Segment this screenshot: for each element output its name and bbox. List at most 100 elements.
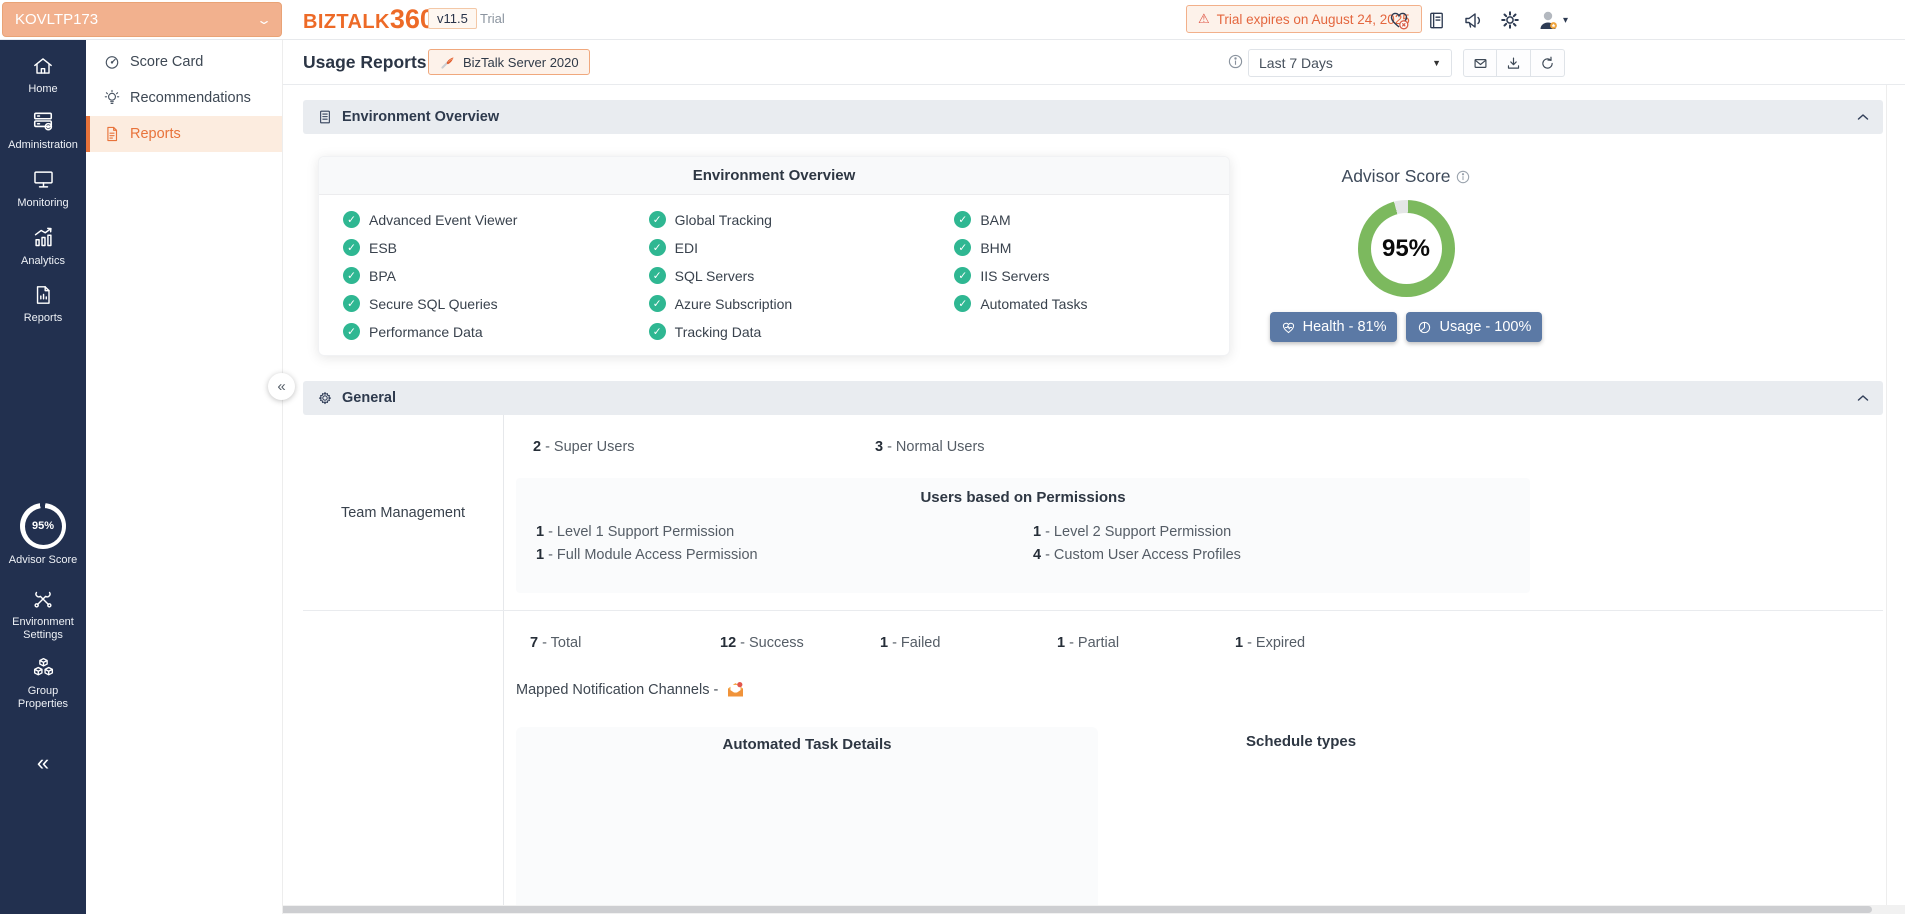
trial-expiry-warning[interactable]: ⚠ Trial expires on August 24, 2025 xyxy=(1186,5,1422,33)
sidebar-collapse-button[interactable]: « xyxy=(0,750,86,776)
env-feature-label: Azure Subscription xyxy=(675,296,793,312)
permissions-card: Users based on Permissions 1- Level 1 Su… xyxy=(516,478,1530,593)
date-range-select[interactable]: Last 7 Days ▼ xyxy=(1248,49,1452,77)
sidebar-item-group-properties[interactable]: Group Properties xyxy=(0,655,86,711)
server-version-badge[interactable]: BizTalk Server 2020 xyxy=(428,49,590,75)
advisor-score-panel: Advisor Score 95% Health - 81% Usage - 1… xyxy=(1240,166,1572,342)
subnav-item-reports[interactable]: Reports xyxy=(86,116,282,152)
info-icon[interactable] xyxy=(1228,54,1243,74)
check-icon: ✓ xyxy=(954,239,971,256)
env-feature-label: Secure SQL Queries xyxy=(369,296,498,312)
logo-text: BIZTALK xyxy=(303,11,390,34)
env-feature-item: ✓EDI xyxy=(649,238,955,257)
info-icon[interactable] xyxy=(1456,170,1470,184)
subnav-item-recommendations[interactable]: Recommendations xyxy=(86,80,282,116)
section-collapse-icon[interactable] xyxy=(1857,113,1869,121)
sidebar-item-label: Administration xyxy=(8,139,78,152)
documentation-icon[interactable] xyxy=(1425,9,1447,31)
section-header-environment-overview[interactable]: Environment Overview xyxy=(303,100,1883,134)
env-feature-label: Tracking Data xyxy=(675,324,762,340)
advisor-score-buttons: Health - 81% Usage - 100% xyxy=(1240,312,1572,342)
stat-value: 1 xyxy=(536,547,544,563)
env-feature-item: ✓ Automated Tasks xyxy=(954,294,1229,313)
stat-expired: 1- Expired xyxy=(1235,635,1305,651)
stat-label: - Level 2 Support Permission xyxy=(1045,524,1231,540)
section-title: Environment Overview xyxy=(342,109,499,125)
usage-score-button[interactable]: Usage - 100% xyxy=(1406,312,1542,342)
env-feature-label: Automated Tasks xyxy=(980,296,1087,312)
subnav-item-label: Score Card xyxy=(130,54,203,70)
stat-partial: 1- Partial xyxy=(1057,635,1235,651)
mapped-notification-channels: Mapped Notification Channels - xyxy=(516,681,745,698)
environment-settings-icon xyxy=(31,587,55,611)
version-badge: v11.5 xyxy=(428,8,477,29)
env-feature-label: BPA xyxy=(369,268,396,284)
settings-gear-icon[interactable] xyxy=(1499,9,1521,31)
trial-warning-text: Trial expires on August 24, 2025 xyxy=(1217,12,1410,27)
stat-label: - Success xyxy=(740,635,804,651)
sidebar-item-analytics[interactable]: Analytics xyxy=(0,225,86,268)
biztalk-server-icon xyxy=(439,54,456,71)
environment-overview-card-title: Environment Overview xyxy=(319,157,1229,195)
refresh-icon xyxy=(1539,55,1556,72)
check-icon: ✓ xyxy=(343,211,360,228)
stat-value: 7 xyxy=(530,635,538,651)
stat-level2-permission: 1- Level 2 Support Permission xyxy=(1033,524,1530,540)
stat-label: - Partial xyxy=(1069,635,1119,651)
advisor-score-percentage: 95% xyxy=(1358,200,1455,297)
score-card-icon xyxy=(103,53,121,71)
stat-value: 1 xyxy=(1235,635,1243,651)
subnav-item-label: Recommendations xyxy=(130,90,251,106)
biztalk360-usage-reports-page: KOVLTP173 ⌄ BIZTALK 360 v11.5 Trial ⚠ Tr… xyxy=(0,0,1905,914)
env-feature-item: ✓Advanced Event Viewer xyxy=(343,210,649,229)
check-icon: ✓ xyxy=(954,295,971,312)
email-channel-icon[interactable] xyxy=(726,681,745,698)
health-monitor-icon[interactable] xyxy=(1388,9,1410,31)
refresh-button[interactable] xyxy=(1531,49,1565,77)
general-section-table: Team Management 2- Super Users 3- Normal… xyxy=(303,415,1883,914)
user-profile-menu[interactable]: ▾ xyxy=(1536,8,1568,32)
stat-label: - Full Module Access Permission xyxy=(548,547,758,563)
report-document-icon xyxy=(103,125,121,143)
sidebar-item-home[interactable]: Home xyxy=(0,54,86,96)
automated-task-details-card: Automated Task Details xyxy=(516,727,1098,914)
section-collapse-icon[interactable] xyxy=(1857,394,1869,402)
environment-overview-card: Environment Overview ✓Advanced Event Vie… xyxy=(318,156,1230,356)
email-report-button[interactable] xyxy=(1463,49,1497,77)
sidebar-item-environment-settings[interactable]: Environment Settings xyxy=(0,587,86,642)
sidebar-item-administration[interactable]: Administration xyxy=(0,108,86,152)
subnav-item-score-card[interactable]: Score Card xyxy=(86,44,282,80)
panel-collapse-button[interactable]: « xyxy=(268,373,295,400)
sidebar-item-monitoring[interactable]: Monitoring xyxy=(0,167,86,210)
download-report-button[interactable] xyxy=(1497,49,1531,77)
reports-subnav: Score Card Recommendations Reports xyxy=(86,40,283,914)
sidebar-item-advisor-score[interactable]: 95% Advisor Score xyxy=(0,503,86,567)
env-feature-label: ESB xyxy=(369,240,397,256)
stat-label: - Level 1 Support Permission xyxy=(548,524,734,540)
biztalk360-logo: BIZTALK 360 xyxy=(303,4,435,34)
sidebar-item-label: Home xyxy=(28,83,57,96)
env-feature-label: BHM xyxy=(980,240,1011,256)
health-score-button[interactable]: Health - 81% xyxy=(1270,312,1398,342)
chevron-down-icon: ⌄ xyxy=(256,13,272,27)
sidebar-item-reports[interactable]: Reports xyxy=(0,283,86,325)
sidebar-item-label: Environment Settings xyxy=(8,616,78,642)
team-management-stats: 2- Super Users 3- Normal Users xyxy=(533,439,985,455)
check-icon: ✓ xyxy=(649,295,666,312)
env-feature-item: ✓BPA xyxy=(343,266,649,285)
advisor-score-title: Advisor Score xyxy=(1342,166,1451,187)
stat-label: - Failed xyxy=(892,635,940,651)
section-header-general[interactable]: General xyxy=(303,381,1883,415)
subnav-item-label: Reports xyxy=(130,126,181,142)
announcements-icon[interactable] xyxy=(1462,9,1484,31)
stat-value: 1 xyxy=(1033,524,1041,540)
row-divider xyxy=(303,610,1883,611)
stat-failed: 1- Failed xyxy=(880,635,1057,651)
check-icon: ✓ xyxy=(343,323,360,340)
usage-pie-icon xyxy=(1417,320,1432,335)
environment-selector-dropdown[interactable]: KOVLTP173 ⌄ xyxy=(2,2,282,37)
schedule-types-title: Schedule types xyxy=(1246,733,1356,750)
page-title: Usage Reports xyxy=(303,52,427,73)
stat-value: 3 xyxy=(875,439,883,455)
check-icon: ✓ xyxy=(649,211,666,228)
